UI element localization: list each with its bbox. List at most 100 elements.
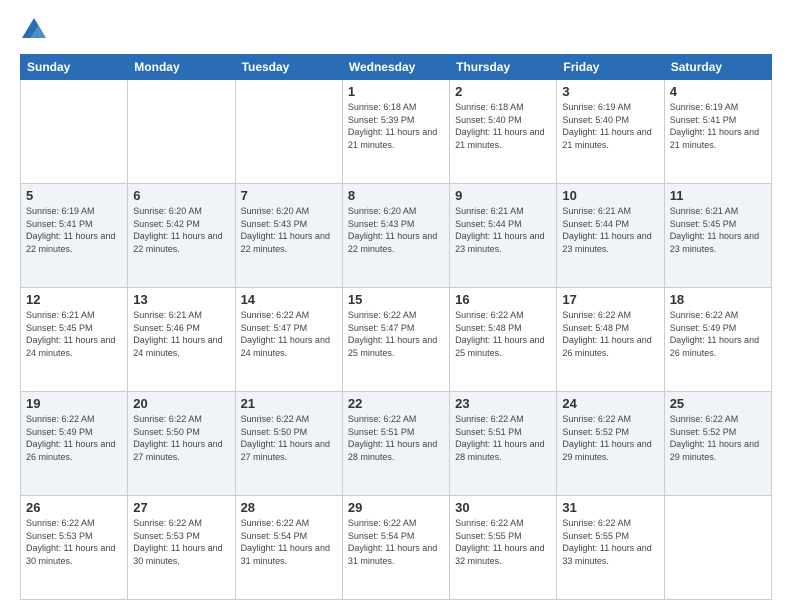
day-number: 22 — [348, 396, 444, 411]
day-cell — [21, 80, 128, 184]
day-number: 4 — [670, 84, 766, 99]
day-number: 30 — [455, 500, 551, 515]
day-cell: 17Sunrise: 6:22 AM Sunset: 5:48 PM Dayli… — [557, 288, 664, 392]
week-row-1: 1 Sunrise: 6:18 AM Sunset: 5:39 PM Daylig… — [21, 80, 772, 184]
day-number: 5 — [26, 188, 122, 203]
day-info: Sunrise: 6:22 AM Sunset: 5:51 PM Dayligh… — [348, 414, 437, 462]
logo — [20, 16, 52, 44]
day-number: 3 — [562, 84, 658, 99]
day-cell: 20Sunrise: 6:22 AM Sunset: 5:50 PM Dayli… — [128, 392, 235, 496]
day-number: 31 — [562, 500, 658, 515]
day-cell: 15 Sunrise: 6:22 AM Sunset: 5:47 PM Dayli… — [342, 288, 449, 392]
day-number: 21 — [241, 396, 337, 411]
day-info: Sunrise: 6:22 AM Sunset: 5:54 PM Dayligh… — [348, 518, 437, 566]
day-info: Sunrise: 6:19 AM Sunset: 5:41 PM Dayligh… — [26, 206, 115, 254]
day-cell: 14Sunrise: 6:22 AM Sunset: 5:47 PM Dayli… — [235, 288, 342, 392]
day-cell: 29 Sunrise: 6:22 AM Sunset: 5:54 PM Dayli… — [342, 496, 449, 600]
day-number: 2 — [455, 84, 551, 99]
day-info: Sunrise: 6:21 AM Sunset: 5:44 PM Dayligh… — [455, 206, 544, 254]
weekday-header-friday: Friday — [557, 55, 664, 80]
day-cell — [235, 80, 342, 184]
day-number: 16 — [455, 292, 551, 307]
day-cell: 8 Sunrise: 6:20 AM Sunset: 5:43 PM Daylig… — [342, 184, 449, 288]
day-cell: 16 Sunrise: 6:22 AM Sunset: 5:48 PM Dayli… — [450, 288, 557, 392]
day-number: 8 — [348, 188, 444, 203]
day-cell: 28Sunrise: 6:22 AM Sunset: 5:54 PM Dayli… — [235, 496, 342, 600]
day-cell: 13 Sunrise: 6:21 AM Sunset: 5:46 PM Dayli… — [128, 288, 235, 392]
day-info: Sunrise: 6:22 AM Sunset: 5:55 PM Dayligh… — [562, 518, 651, 566]
day-info: Sunrise: 6:22 AM Sunset: 5:49 PM Dayligh… — [670, 310, 759, 358]
day-cell: 18 Sunrise: 6:22 AM Sunset: 5:49 PM Dayli… — [664, 288, 771, 392]
week-row-5: 26 Sunrise: 6:22 AM Sunset: 5:53 PM Dayli… — [21, 496, 772, 600]
day-number: 7 — [241, 188, 337, 203]
weekday-header-wednesday: Wednesday — [342, 55, 449, 80]
day-number: 9 — [455, 188, 551, 203]
day-cell: 11 Sunrise: 6:21 AM Sunset: 5:45 PM Dayli… — [664, 184, 771, 288]
day-cell: 27 Sunrise: 6:22 AM Sunset: 5:53 PM Dayli… — [128, 496, 235, 600]
day-number: 18 — [670, 292, 766, 307]
day-number: 11 — [670, 188, 766, 203]
day-number: 28 — [241, 500, 337, 515]
weekday-header-thursday: Thursday — [450, 55, 557, 80]
day-number: 26 — [26, 500, 122, 515]
day-info: Sunrise: 6:22 AM Sunset: 5:48 PM Dayligh… — [455, 310, 544, 358]
day-cell: 10Sunrise: 6:21 AM Sunset: 5:44 PM Dayli… — [557, 184, 664, 288]
day-number: 23 — [455, 396, 551, 411]
day-info: Sunrise: 6:22 AM Sunset: 5:53 PM Dayligh… — [26, 518, 115, 566]
day-info: Sunrise: 6:22 AM Sunset: 5:47 PM Dayligh… — [241, 310, 330, 358]
day-cell: 24 Sunrise: 6:22 AM Sunset: 5:52 PM Dayli… — [557, 392, 664, 496]
day-info: Sunrise: 6:21 AM Sunset: 5:45 PM Dayligh… — [26, 310, 115, 358]
logo-icon — [20, 16, 48, 44]
day-info: Sunrise: 6:22 AM Sunset: 5:47 PM Dayligh… — [348, 310, 437, 358]
day-info: Sunrise: 6:20 AM Sunset: 5:43 PM Dayligh… — [241, 206, 330, 254]
day-cell: 12 Sunrise: 6:21 AM Sunset: 5:45 PM Dayli… — [21, 288, 128, 392]
day-number: 17 — [562, 292, 658, 307]
day-cell — [664, 496, 771, 600]
day-number: 10 — [562, 188, 658, 203]
day-number: 1 — [348, 84, 444, 99]
day-number: 25 — [670, 396, 766, 411]
day-info: Sunrise: 6:22 AM Sunset: 5:52 PM Dayligh… — [562, 414, 651, 462]
day-cell: 31 Sunrise: 6:22 AM Sunset: 5:55 PM Dayli… — [557, 496, 664, 600]
day-info: Sunrise: 6:21 AM Sunset: 5:45 PM Dayligh… — [670, 206, 759, 254]
day-cell: 1 Sunrise: 6:18 AM Sunset: 5:39 PM Daylig… — [342, 80, 449, 184]
day-info: Sunrise: 6:21 AM Sunset: 5:46 PM Dayligh… — [133, 310, 222, 358]
day-info: Sunrise: 6:18 AM Sunset: 5:40 PM Dayligh… — [455, 102, 544, 150]
day-cell: 21Sunrise: 6:22 AM Sunset: 5:50 PM Dayli… — [235, 392, 342, 496]
day-info: Sunrise: 6:20 AM Sunset: 5:42 PM Dayligh… — [133, 206, 222, 254]
day-number: 27 — [133, 500, 229, 515]
day-number: 12 — [26, 292, 122, 307]
weekday-header-tuesday: Tuesday — [235, 55, 342, 80]
day-number: 13 — [133, 292, 229, 307]
day-cell: 7 Sunrise: 6:20 AM Sunset: 5:43 PM Daylig… — [235, 184, 342, 288]
week-row-2: 5 Sunrise: 6:19 AM Sunset: 5:41 PM Daylig… — [21, 184, 772, 288]
weekday-header-sunday: Sunday — [21, 55, 128, 80]
weekday-header-row: SundayMondayTuesdayWednesdayThursdayFrid… — [21, 55, 772, 80]
day-number: 15 — [348, 292, 444, 307]
weekday-header-monday: Monday — [128, 55, 235, 80]
day-cell: 22 Sunrise: 6:22 AM Sunset: 5:51 PM Dayli… — [342, 392, 449, 496]
day-number: 20 — [133, 396, 229, 411]
day-info: Sunrise: 6:19 AM Sunset: 5:40 PM Dayligh… — [562, 102, 651, 150]
day-number: 6 — [133, 188, 229, 203]
day-number: 29 — [348, 500, 444, 515]
day-info: Sunrise: 6:18 AM Sunset: 5:39 PM Dayligh… — [348, 102, 437, 150]
day-info: Sunrise: 6:22 AM Sunset: 5:49 PM Dayligh… — [26, 414, 115, 462]
day-cell: 2 Sunrise: 6:18 AM Sunset: 5:40 PM Daylig… — [450, 80, 557, 184]
day-cell: 19Sunrise: 6:22 AM Sunset: 5:49 PM Dayli… — [21, 392, 128, 496]
day-info: Sunrise: 6:22 AM Sunset: 5:51 PM Dayligh… — [455, 414, 544, 462]
day-cell: 30 Sunrise: 6:22 AM Sunset: 5:55 PM Dayli… — [450, 496, 557, 600]
day-cell: 26 Sunrise: 6:22 AM Sunset: 5:53 PM Dayli… — [21, 496, 128, 600]
page: SundayMondayTuesdayWednesdayThursdayFrid… — [0, 0, 792, 612]
weekday-header-saturday: Saturday — [664, 55, 771, 80]
day-cell: 9 Sunrise: 6:21 AM Sunset: 5:44 PM Daylig… — [450, 184, 557, 288]
day-cell: 25Sunrise: 6:22 AM Sunset: 5:52 PM Dayli… — [664, 392, 771, 496]
day-cell: 23 Sunrise: 6:22 AM Sunset: 5:51 PM Dayli… — [450, 392, 557, 496]
day-info: Sunrise: 6:20 AM Sunset: 5:43 PM Dayligh… — [348, 206, 437, 254]
day-cell: 3 Sunrise: 6:19 AM Sunset: 5:40 PM Daylig… — [557, 80, 664, 184]
day-number: 24 — [562, 396, 658, 411]
day-info: Sunrise: 6:22 AM Sunset: 5:55 PM Dayligh… — [455, 518, 544, 566]
day-info: Sunrise: 6:22 AM Sunset: 5:53 PM Dayligh… — [133, 518, 222, 566]
week-row-3: 12 Sunrise: 6:21 AM Sunset: 5:45 PM Dayli… — [21, 288, 772, 392]
day-info: Sunrise: 6:19 AM Sunset: 5:41 PM Dayligh… — [670, 102, 759, 150]
